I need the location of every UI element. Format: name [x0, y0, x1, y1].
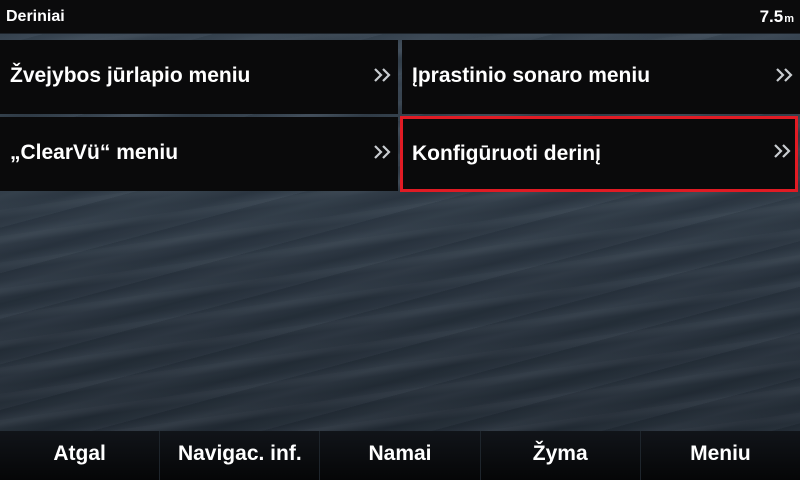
back-button[interactable]: Atgal: [0, 431, 160, 480]
soft-key-label: Navigac. inf.: [177, 442, 302, 465]
soft-key-label: Žyma: [532, 442, 588, 465]
mark-button[interactable]: Žyma: [479, 431, 640, 480]
depth-readout: 7.5m: [760, 7, 794, 27]
nav-info-button[interactable]: Navigac. inf.: [159, 431, 320, 480]
soft-key-label: Meniu: [690, 442, 751, 465]
soft-key-label: Atgal: [53, 442, 106, 465]
soft-key-bar: Atgal Navigac. inf. Namai Žyma Meniu: [0, 431, 800, 480]
double-chevron-right-icon: [374, 68, 391, 82]
menu-item-traditional-sonar[interactable]: Įprastinio sonaro meniu: [402, 40, 800, 114]
double-chevron-right-icon: [374, 145, 391, 159]
menu-item-label: Įprastinio sonaro meniu: [412, 64, 651, 87]
title-bar: Deriniai 7.5m: [0, 0, 800, 34]
menu-item-configure-combination[interactable]: Konfigūruoti derinį: [400, 116, 798, 192]
depth-unit: m: [784, 13, 794, 25]
menu-item-label: Konfigūruoti derinį: [412, 142, 601, 165]
water-background: Deriniai 7.5m Žvejybos jūrlapio meniu Įp…: [0, 0, 800, 480]
menu-button[interactable]: Meniu: [639, 431, 800, 480]
double-chevron-right-icon: [776, 68, 793, 82]
depth-value: 7.5: [759, 7, 784, 26]
menu-item-clearvu[interactable]: „ClearVü“ meniu: [0, 117, 398, 191]
menu-item-label: „ClearVü“ meniu: [10, 141, 179, 164]
menu-item-fishing-chart[interactable]: Žvejybos jūrlapio meniu: [0, 40, 398, 114]
double-chevron-right-icon: [774, 144, 791, 158]
home-button[interactable]: Namai: [319, 431, 480, 480]
page-title: Deriniai: [6, 8, 65, 25]
soft-key-label: Namai: [368, 442, 432, 465]
menu-item-label: Žvejybos jūrlapio meniu: [10, 64, 251, 87]
